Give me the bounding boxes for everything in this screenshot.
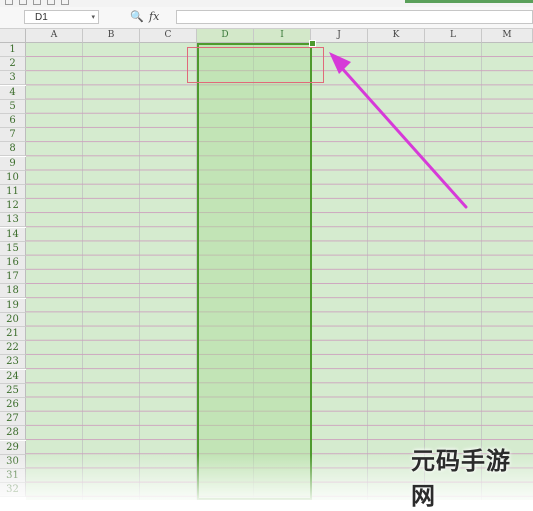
row-header[interactable]: 13 bbox=[0, 213, 26, 228]
row-header[interactable]: 3 bbox=[0, 71, 26, 86]
column-header-i[interactable]: I bbox=[254, 29, 311, 43]
row-header[interactable]: 6 bbox=[0, 114, 26, 128]
watermark: 元码手游网 bbox=[411, 447, 533, 510]
row-header[interactable]: 10 bbox=[0, 170, 26, 185]
column-header-k[interactable]: K bbox=[368, 29, 425, 43]
toolbar-icon[interactable] bbox=[5, 0, 13, 5]
row-header[interactable]: 4 bbox=[0, 85, 26, 100]
name-box[interactable]: D1 ▾ bbox=[24, 10, 99, 24]
row-header[interactable]: 23 bbox=[0, 355, 26, 370]
column-header-j[interactable]: J bbox=[311, 29, 368, 43]
row-header[interactable]: 17 bbox=[0, 270, 26, 285]
row-header[interactable]: 26 bbox=[0, 398, 26, 412]
ribbon-accent bbox=[405, 0, 533, 3]
row-header[interactable]: 5 bbox=[0, 99, 26, 114]
toolbar-icon[interactable] bbox=[61, 0, 69, 5]
select-all-corner[interactable] bbox=[0, 29, 26, 43]
name-box-value: D1 bbox=[35, 12, 48, 23]
fill-handle[interactable] bbox=[309, 40, 316, 47]
chevron-down-icon[interactable]: ▾ bbox=[91, 11, 95, 24]
row-header[interactable]: 15 bbox=[0, 241, 26, 256]
watermark-text: 元码手游网 bbox=[411, 447, 511, 510]
row-header[interactable]: 25 bbox=[0, 383, 26, 398]
fx-icon[interactable]: fx bbox=[149, 9, 159, 25]
row-header[interactable]: 22 bbox=[0, 341, 26, 356]
row-header[interactable]: 16 bbox=[0, 256, 26, 270]
column-header-d[interactable]: D bbox=[197, 29, 254, 43]
row-header[interactable]: 21 bbox=[0, 327, 26, 341]
row-header[interactable]: 28 bbox=[0, 426, 26, 441]
row-header[interactable]: 19 bbox=[0, 298, 26, 313]
row-header[interactable]: 11 bbox=[0, 185, 26, 199]
row-header[interactable]: 8 bbox=[0, 142, 26, 157]
row-header[interactable]: 12 bbox=[0, 199, 26, 214]
toolbar-icon[interactable] bbox=[33, 0, 41, 5]
row-header[interactable]: 1 bbox=[0, 43, 26, 57]
toolbar-icon[interactable] bbox=[19, 0, 27, 5]
column-header-m[interactable]: M bbox=[482, 29, 533, 43]
row-header[interactable]: 20 bbox=[0, 312, 26, 327]
selected-column-range[interactable] bbox=[197, 43, 312, 500]
row-header[interactable]: 14 bbox=[0, 227, 26, 242]
row-header[interactable]: 2 bbox=[0, 57, 26, 72]
spreadsheet-grid: ABCDIJKLM 1 2 3 4 5 6 7 8 9 10 11 12 13 14 15 16 17 18 19 2… bbox=[0, 29, 533, 500]
magnifier-icon[interactable]: 🔍 bbox=[130, 9, 144, 25]
row-header[interactable]: 27 bbox=[0, 412, 26, 427]
column-header-c[interactable]: C bbox=[140, 29, 197, 43]
row-header[interactable]: 7 bbox=[0, 128, 26, 143]
row-header[interactable]: 29 bbox=[0, 440, 26, 455]
row-header[interactable]: 18 bbox=[0, 284, 26, 299]
column-header-b[interactable]: B bbox=[83, 29, 140, 43]
row-header[interactable]: 24 bbox=[0, 369, 26, 384]
formula-bar: D1 ▾ 🔍 fx bbox=[0, 7, 533, 29]
column-header-l[interactable]: L bbox=[425, 29, 482, 43]
row-header[interactable]: 9 bbox=[0, 156, 26, 171]
toolbar-icon[interactable] bbox=[47, 0, 55, 5]
column-header-a[interactable]: A bbox=[26, 29, 83, 43]
formula-input[interactable] bbox=[176, 10, 533, 24]
column-header-highlight bbox=[187, 47, 324, 83]
